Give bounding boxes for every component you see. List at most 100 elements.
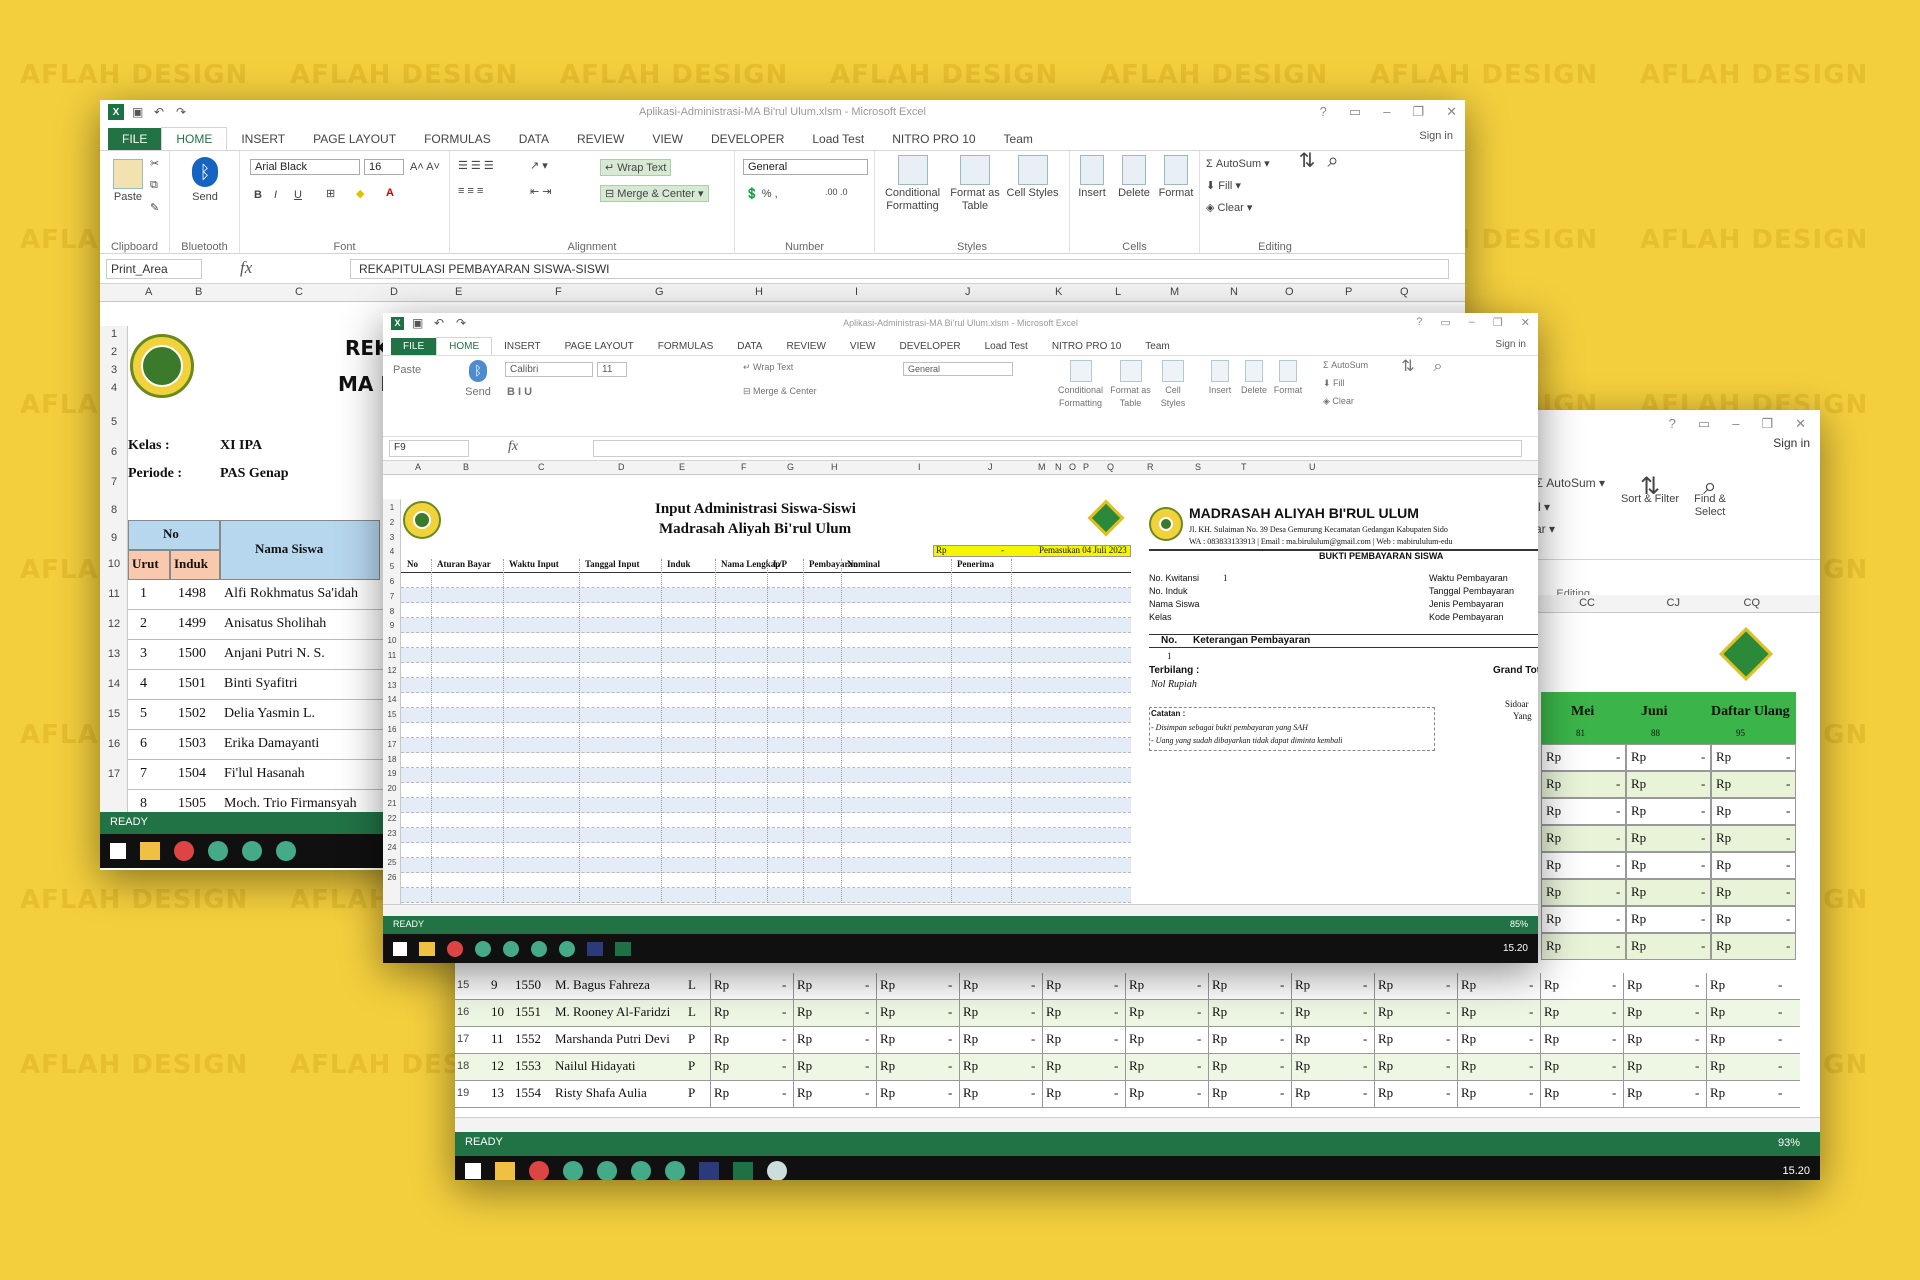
maximize-icon[interactable]: ❐: [1493, 316, 1503, 329]
input-row[interactable]: [401, 678, 1131, 693]
student-row[interactable]: 17 11 1552 Marshanda Putri Devi P Rp - Rp - Rp - Rp…: [455, 1027, 1800, 1054]
chrome-icon[interactable]: [208, 841, 228, 861]
help-icon[interactable]: ?: [1416, 316, 1422, 329]
col-o[interactable]: O: [1069, 462, 1076, 472]
orientation-icon[interactable]: ↗ ▾: [530, 159, 548, 172]
chrome-icon-3[interactable]: [631, 1161, 651, 1180]
row-7[interactable]: 7: [100, 476, 128, 488]
chrome-icon-2[interactable]: [597, 1161, 617, 1180]
merge-center-button[interactable]: ⊟ Merge & Center ▾: [600, 185, 709, 202]
col-h[interactable]: H: [831, 462, 838, 472]
chrome-icon-3[interactable]: [276, 841, 296, 861]
col-c[interactable]: C: [295, 286, 303, 298]
row-14[interactable]: 14: [383, 695, 401, 704]
minimize-icon[interactable]: –: [1469, 316, 1475, 329]
ribbon-display-icon[interactable]: ▭: [1440, 316, 1450, 329]
row-2[interactable]: 2: [383, 518, 401, 527]
student-row[interactable]: 1 1498 Alfi Rokhmatus Sa'idah: [128, 580, 388, 610]
fill-button[interactable]: ⬇ Fill ▾: [1206, 179, 1241, 192]
student-row[interactable]: 15 9 1550 M. Bagus Fahreza L Rp - Rp - Rp - Rp - Rp - R…: [455, 973, 1800, 1000]
input-row[interactable]: [401, 813, 1131, 828]
chrome-icon-3[interactable]: [531, 940, 547, 957]
row-19[interactable]: 19: [383, 769, 401, 778]
bold-button[interactable]: B: [254, 189, 262, 201]
format-painter-icon[interactable]: ✎: [150, 201, 159, 214]
row-9[interactable]: 9: [100, 532, 128, 544]
font-name-select[interactable]: Calibri: [505, 362, 593, 377]
tab-developer[interactable]: DEVELOPER: [887, 338, 972, 355]
col-o[interactable]: O: [1285, 286, 1294, 298]
col-s[interactable]: S: [1195, 462, 1201, 472]
input-row[interactable]: [401, 828, 1131, 843]
input-row[interactable]: [401, 843, 1131, 858]
row-1[interactable]: 1: [100, 328, 128, 340]
align-left-icon[interactable]: ≡ ≡ ≡: [458, 185, 483, 197]
row-5[interactable]: 5: [383, 562, 401, 571]
col-m[interactable]: M: [1038, 462, 1046, 472]
input-row[interactable]: [401, 708, 1131, 723]
col-g[interactable]: G: [787, 462, 794, 472]
tab-insert[interactable]: INSERT: [227, 128, 299, 150]
row-9[interactable]: 9: [383, 621, 401, 630]
student-row[interactable]: 16 10 1551 M. Rooney Al-Faridzi L Rp - Rp - Rp - Rp…: [455, 1000, 1800, 1027]
row-17[interactable]: 17: [383, 740, 401, 749]
col-p[interactable]: P: [1083, 462, 1089, 472]
chrome-icon[interactable]: [475, 940, 491, 957]
row-7[interactable]: 7: [383, 592, 401, 601]
col-t[interactable]: T: [1241, 462, 1247, 472]
col-m[interactable]: M: [1170, 286, 1179, 298]
tab-home[interactable]: HOME: [161, 127, 228, 150]
row-12[interactable]: 12: [100, 618, 128, 630]
col-a[interactable]: A: [145, 286, 152, 298]
student-row[interactable]: 7 1504 Fi'lul Hasanah: [128, 760, 388, 790]
col-k[interactable]: K: [1055, 286, 1062, 298]
font-size-select[interactable]: 16: [364, 159, 404, 175]
col-g[interactable]: G: [655, 286, 664, 298]
find-select-button[interactable]: ⌕ Find & Select: [1680, 475, 1740, 519]
col-e[interactable]: E: [455, 286, 462, 298]
row-24[interactable]: 24: [383, 843, 401, 852]
col-q[interactable]: Q: [1400, 286, 1409, 298]
grow-font-icon[interactable]: A˄ A˅: [410, 161, 440, 173]
sort-filter-button[interactable]: ⇅: [1393, 359, 1423, 375]
tab-developer[interactable]: DEVELOPER: [697, 128, 798, 150]
row-6[interactable]: 6: [383, 577, 401, 586]
row-12[interactable]: 12: [383, 666, 401, 675]
delete-button[interactable]: Delete: [1114, 155, 1154, 200]
col-cq[interactable]: CQ: [1744, 597, 1761, 609]
help-icon[interactable]: ?: [1669, 416, 1676, 432]
tab-formulas[interactable]: FORMULAS: [646, 338, 726, 355]
font-size-select[interactable]: 11: [597, 362, 627, 377]
formula-input[interactable]: [593, 440, 1522, 457]
autosum-button[interactable]: Σ AutoSum ▾: [1206, 157, 1270, 170]
tab-data[interactable]: DATA: [505, 128, 563, 150]
cell-styles-button[interactable]: Cell Styles: [1005, 155, 1060, 200]
row-16[interactable]: 16: [383, 725, 401, 734]
tab-view[interactable]: VIEW: [838, 338, 888, 355]
row-2[interactable]: 2: [100, 346, 128, 358]
maximize-icon[interactable]: ❐: [1761, 416, 1773, 432]
row-13[interactable]: 13: [100, 648, 128, 660]
decimal-icon[interactable]: .00 .0: [825, 187, 848, 197]
zoom-level[interactable]: 85%: [1510, 919, 1528, 929]
row-25[interactable]: 25: [383, 858, 401, 867]
input-row[interactable]: [401, 738, 1131, 753]
sign-in-link[interactable]: Sign in: [1773, 436, 1810, 450]
tab-formulas[interactable]: FORMULAS: [410, 128, 505, 150]
col-h[interactable]: H: [755, 286, 763, 298]
close-icon[interactable]: ✕: [1446, 104, 1457, 120]
col-i[interactable]: I: [918, 462, 921, 472]
input-row[interactable]: [401, 783, 1131, 798]
find-select-button[interactable]: ⌕: [1423, 359, 1453, 375]
conditional-formatting-button[interactable]: Conditional Formatting: [880, 155, 945, 213]
insert-button[interactable]: Insert: [1203, 360, 1237, 397]
chrome-icon-2[interactable]: [242, 841, 262, 861]
conditional-formatting-button[interactable]: Conditional Formatting: [1053, 360, 1108, 410]
clear-button[interactable]: ◈ Clear ▾: [1206, 201, 1252, 214]
row-18[interactable]: 18: [383, 755, 401, 764]
number-format-select[interactable]: General: [743, 159, 868, 175]
send-button[interactable]: ᛒ Send: [185, 157, 225, 204]
fill-color-icon[interactable]: ◆: [356, 187, 364, 200]
row-16[interactable]: 16: [100, 738, 128, 750]
autosum-button[interactable]: Σ AutoSum ▾: [1536, 476, 1605, 490]
